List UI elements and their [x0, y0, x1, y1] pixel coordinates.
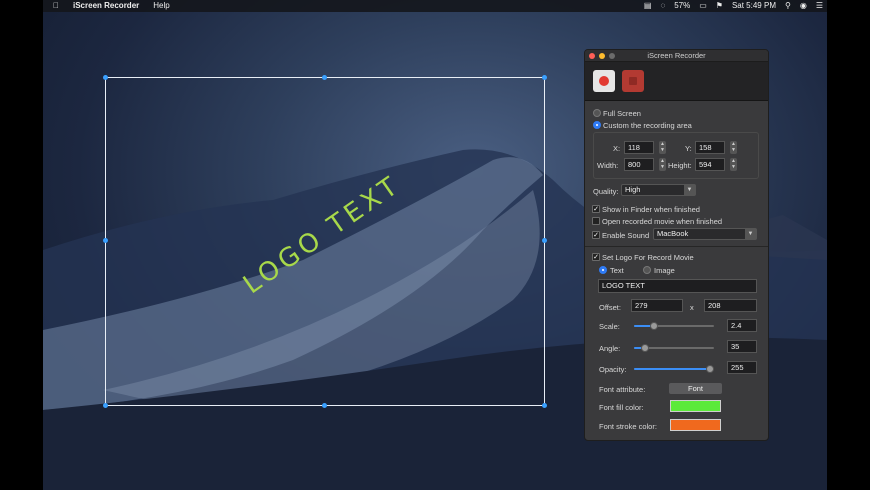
- font-attribute-label: Font attribute:: [599, 385, 646, 394]
- section-divider: [585, 246, 768, 247]
- font-fill-color-well[interactable]: [670, 400, 721, 412]
- opacity-slider[interactable]: [634, 365, 714, 373]
- custom-area-radio[interactable]: [593, 121, 601, 129]
- height-field[interactable]: 594: [695, 158, 725, 171]
- opacity-field[interactable]: 255: [727, 361, 757, 374]
- angle-field[interactable]: 35: [727, 340, 757, 353]
- resize-handle-right[interactable]: [542, 238, 547, 243]
- x-stepper[interactable]: ▲ ▼: [659, 141, 666, 154]
- text-option-label: Text: [610, 266, 624, 275]
- zoom-button[interactable]: [609, 53, 615, 59]
- angle-label: Angle:: [599, 344, 621, 353]
- x-label: X:: [613, 144, 621, 153]
- notification-center-icon[interactable]: ☰: [816, 0, 823, 12]
- siri-icon[interactable]: ◉: [800, 0, 807, 12]
- image-option-label: Image: [654, 266, 675, 275]
- battery-icon[interactable]: ▭: [699, 0, 707, 12]
- recorder-panel: iScreen Recorder Full Screen Custom the …: [584, 49, 769, 441]
- panel-title: iScreen Recorder: [647, 51, 706, 60]
- logo-text-field[interactable]: LOGO TEXT: [598, 279, 757, 293]
- quality-value: High: [625, 185, 641, 194]
- open-movie-label: Open recorded movie when finished: [602, 217, 723, 226]
- resize-handle-left[interactable]: [103, 238, 108, 243]
- quality-label: Quality:: [593, 187, 619, 196]
- panel-titlebar[interactable]: iScreen Recorder: [585, 50, 768, 62]
- enable-sound-checkbox[interactable]: ✓: [592, 231, 600, 239]
- width-field[interactable]: 800: [624, 158, 654, 171]
- quality-select[interactable]: High ▼: [621, 184, 696, 196]
- height-label: Height:: [668, 161, 692, 170]
- search-icon[interactable]: ⚲: [785, 0, 791, 12]
- scale-slider[interactable]: [634, 322, 714, 330]
- app-menu[interactable]: iScreen Recorder: [73, 0, 139, 12]
- help-menu[interactable]: Help: [153, 0, 169, 12]
- full-screen-label: Full Screen: [603, 109, 641, 118]
- record-icon: [599, 76, 609, 86]
- panel-toolbar: [585, 62, 768, 101]
- battery-percentage: 57%: [674, 1, 691, 10]
- resize-handle-top[interactable]: [322, 75, 327, 80]
- offset-x-field[interactable]: 279: [631, 299, 683, 312]
- show-in-finder-label: Show in Finder when finished: [602, 205, 700, 214]
- angle-slider[interactable]: [634, 344, 714, 352]
- clock[interactable]: Sat 5:49 PM: [732, 0, 776, 12]
- show-in-finder-checkbox[interactable]: ✓: [592, 205, 600, 213]
- resize-handle-bottom[interactable]: [322, 403, 327, 408]
- stop-icon: [629, 77, 637, 85]
- opacity-label: Opacity:: [599, 365, 627, 374]
- offset-y-field[interactable]: 208: [704, 299, 757, 312]
- width-stepper[interactable]: ▲ ▼: [659, 158, 666, 171]
- drive-icon[interactable]: ▤: [644, 0, 652, 12]
- full-screen-radio[interactable]: [593, 109, 601, 117]
- scale-slider-knob[interactable]: [650, 322, 658, 330]
- flag-icon[interactable]: ⚑: [716, 0, 723, 12]
- chevron-down-icon: ▼: [745, 229, 756, 239]
- angle-slider-knob[interactable]: [641, 344, 649, 352]
- font-fill-label: Font fill color:: [599, 403, 644, 412]
- opacity-slider-knob[interactable]: [706, 365, 714, 373]
- resize-handle-bottom-right[interactable]: [542, 403, 547, 408]
- height-stepper[interactable]: ▲ ▼: [730, 158, 737, 171]
- chevron-down-icon: ▼: [684, 185, 695, 195]
- font-stroke-label: Font stroke color:: [599, 422, 657, 431]
- sound-device-value: MacBook: [657, 229, 689, 238]
- y-label: Y:: [685, 144, 692, 153]
- resize-handle-top-right[interactable]: [542, 75, 547, 80]
- set-logo-checkbox[interactable]: ✓: [592, 253, 600, 261]
- custom-area-label: Custom the recording area: [603, 121, 692, 130]
- close-button[interactable]: [589, 53, 595, 59]
- text-radio[interactable]: [599, 266, 607, 274]
- scale-label: Scale:: [599, 322, 620, 331]
- open-movie-checkbox[interactable]: [592, 217, 600, 225]
- wifi-icon[interactable]: ◌: [660, 0, 665, 12]
- resize-handle-bottom-left[interactable]: [103, 403, 108, 408]
- offset-separator: x: [690, 303, 694, 312]
- y-stepper[interactable]: ▲ ▼: [730, 141, 737, 154]
- area-coordinates-box: [593, 132, 759, 179]
- apple-menu-icon[interactable]: : [53, 0, 59, 12]
- stop-button[interactable]: [622, 70, 644, 92]
- y-field[interactable]: 158: [695, 141, 725, 154]
- menu-bar:  iScreen Recorder Help ▤ ◌ 57% ▭ ⚑ Sat …: [43, 0, 827, 12]
- font-button[interactable]: Font: [669, 383, 722, 394]
- x-field[interactable]: 118: [624, 141, 654, 154]
- record-button[interactable]: [593, 70, 615, 92]
- scale-field[interactable]: 2.4: [727, 319, 757, 332]
- enable-sound-label: Enable Sound: [602, 231, 650, 240]
- width-label: Width:: [597, 161, 619, 170]
- set-logo-label: Set Logo For Record Movie: [602, 253, 694, 262]
- offset-label: Offset:: [599, 303, 621, 312]
- minimize-button[interactable]: [599, 53, 605, 59]
- opacity-slider-fill: [634, 368, 710, 370]
- font-stroke-color-well[interactable]: [670, 419, 721, 431]
- image-radio[interactable]: [643, 266, 651, 274]
- sound-device-select[interactable]: MacBook ▼: [653, 228, 757, 240]
- resize-handle-top-left[interactable]: [103, 75, 108, 80]
